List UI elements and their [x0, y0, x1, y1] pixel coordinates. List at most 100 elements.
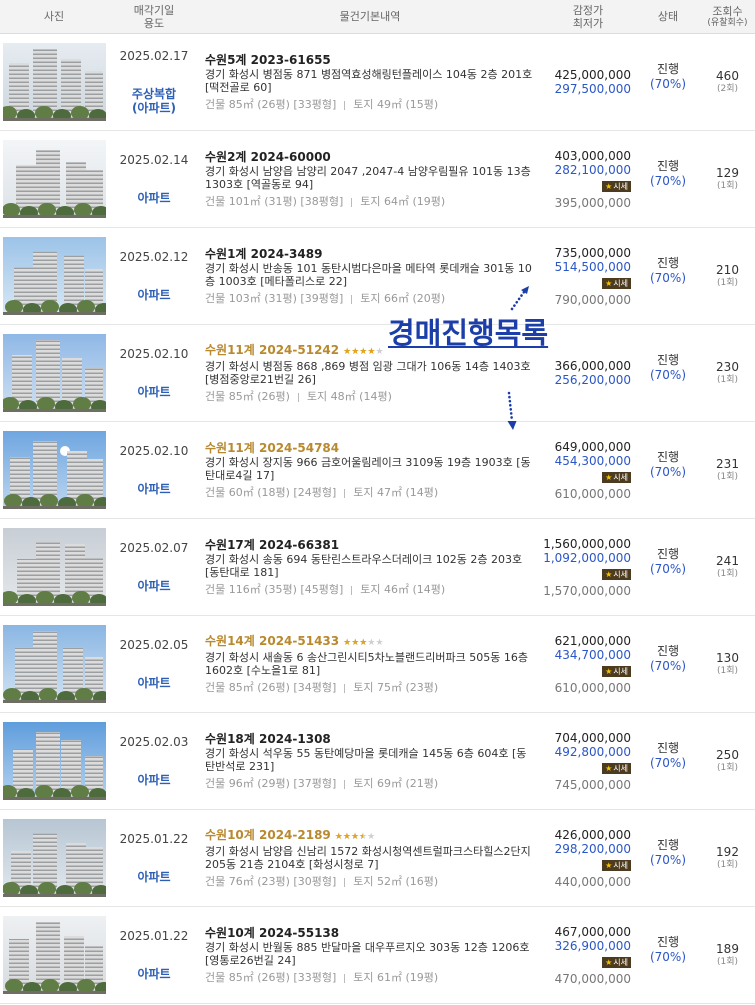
case-number-link[interactable]: 수원11계 2024-51242	[205, 343, 339, 357]
detail-cell: 수원1계 2024-3489 경기 화성시 반송동 101 동탄시범다은마을 메…	[200, 228, 540, 324]
case-number-link[interactable]: 수원10계 2024-2189	[205, 828, 331, 842]
photo-tree	[72, 591, 90, 605]
star-icon: ★★	[351, 345, 359, 360]
status-cell: 진행 (70%)	[636, 325, 700, 421]
address-link[interactable]: 경기 화성시 남양읍 신남리 1572 화성시청역센트럴파크스타힐스2단지 20…	[205, 845, 534, 871]
table-row[interactable]: 2025.02.03 아파트 수원18계 2024-1308 경기 화성시 석우…	[0, 713, 755, 810]
land-area: 토지 64㎡ (19평)	[360, 195, 446, 208]
case-number-link[interactable]: 수원17계 2024-66381	[205, 538, 339, 552]
usage-label[interactable]: 아파트	[137, 676, 170, 690]
case-number-link[interactable]: 수원5계 2023-61655	[205, 53, 331, 67]
table-row[interactable]: 2025.02.17 주상복합 (아파트) 수원5계 2023-61655 경기 …	[0, 34, 755, 131]
usage-label[interactable]: 아파트	[137, 288, 170, 302]
photo-ground	[3, 894, 106, 897]
table-row[interactable]: 2025.02.14 아파트 수원2계 2024-60000 경기 화성시 남양…	[0, 131, 755, 228]
photo-tree	[37, 397, 55, 411]
case-number-link[interactable]: 수원10계 2024-55138	[205, 926, 339, 940]
address-link[interactable]: 경기 화성시 새솔동 6 송산그린시티5차노블랜드리버파크 505동 16층 1…	[205, 651, 534, 677]
address-link[interactable]: 경기 화성시 병점동 871 병점역효성해링턴플레이스 104동 2층 201호…	[205, 68, 534, 94]
star-icon: ★★	[351, 830, 359, 845]
property-photo[interactable]	[3, 722, 106, 800]
kb-logo-icon: ★	[605, 957, 613, 967]
land-area: 토지 52㎡ (16평)	[353, 875, 439, 888]
divider	[344, 877, 346, 887]
market-price-badge: ★ 시세	[602, 180, 631, 192]
property-photo[interactable]	[3, 431, 106, 509]
fail-count: (2회)	[716, 84, 739, 94]
appraisal-price: 649,000,000	[554, 439, 631, 454]
col-header-views[interactable]: 조회수 (유찰회수)	[700, 0, 755, 33]
col-header-price[interactable]: 감정가 최저가	[540, 0, 636, 33]
photo-cell	[0, 519, 108, 615]
photo-cell	[0, 810, 108, 906]
market-price-badge: ★ 시세	[602, 762, 631, 774]
star-rating: ★★★★★★★★★★	[343, 347, 383, 357]
usage-label[interactable]: 아파트	[137, 967, 170, 981]
address-link[interactable]: 경기 화성시 반월동 885 반달마을 대우푸르지오 303동 12층 1206…	[205, 941, 534, 967]
photo-tree	[74, 203, 92, 217]
address-link[interactable]: 경기 화성시 석우동 55 동탄예당마을 롯데캐슬 145동 6층 604호 […	[205, 747, 534, 773]
table-row[interactable]: 2025.01.22 아파트 수원10계 2024-2189★★★★★★★★★★…	[0, 810, 755, 907]
property-photo[interactable]	[3, 625, 106, 703]
property-photo[interactable]	[3, 43, 106, 121]
col-header-photo: 사진	[0, 0, 108, 33]
col-header-detail: 물건기본내역	[200, 0, 540, 33]
usage-line: 주상복합	[131, 87, 177, 101]
usage-label[interactable]: 주상복합 (아파트)	[132, 87, 176, 115]
area-info: 건물 85㎡ (26평) 토지 48㎡ (14평)	[205, 390, 534, 403]
usage-label[interactable]: 아파트	[137, 773, 170, 787]
address-link[interactable]: 경기 화성시 송동 694 동탄린스트라우스더레이크 102동 2층 203호 …	[205, 553, 534, 579]
star-icon: ★★	[343, 345, 351, 360]
property-photo[interactable]	[3, 819, 106, 897]
property-photo[interactable]	[3, 916, 106, 994]
star-icon: ★★	[375, 347, 384, 357]
property-photo[interactable]	[3, 237, 106, 315]
photo-tree	[77, 300, 95, 314]
photo-tree	[35, 785, 53, 799]
fail-count: (1회)	[716, 763, 739, 773]
table-row[interactable]: 2025.02.05 아파트 수원14계 2024-51433★★★★★★★★★…	[0, 616, 755, 713]
photo-ground	[3, 700, 106, 703]
usage-label[interactable]: 아파트	[137, 385, 170, 399]
kb-logo-icon: ★	[605, 278, 613, 288]
address-link[interactable]: 경기 화성시 장지동 966 금호어울림레이크 3109동 19층 1903호 …	[205, 456, 534, 482]
property-photo[interactable]	[3, 528, 106, 606]
building-area: 건물 116㎡ (35평) [45평형]	[205, 583, 344, 596]
usage-label[interactable]: 아파트	[137, 191, 170, 205]
usage-label[interactable]: 아파트	[137, 579, 170, 593]
address-link[interactable]: 경기 화성시 남양읍 남양리 2047 ,2047-4 남양우림필유 101동 …	[205, 165, 534, 191]
case-number-link[interactable]: 수원14계 2024-51433	[205, 634, 339, 648]
sale-date: 2025.02.07	[119, 541, 189, 555]
address-link[interactable]: 경기 화성시 반송동 101 동탄시범다은마을 메타역 롯데캐슬 301동 10…	[205, 262, 534, 288]
case-number-link[interactable]: 수원18계 2024-1308	[205, 732, 331, 746]
table-row[interactable]: 2025.02.10 아파트 수원11계 2024-51242 ★ ★ ★ ★ ★ ★ ★ ★ ★…	[0, 325, 755, 422]
photo-ground	[3, 312, 106, 315]
table-row[interactable]: 2025.02.07 아파트 수원17계 2024-66381 경기 화성시 송…	[0, 519, 755, 616]
property-photo[interactable]	[3, 334, 106, 412]
photo-tree	[40, 494, 58, 508]
market-price: 395,000,000	[554, 195, 631, 210]
land-area: 토지 48㎡ (14평)	[306, 390, 392, 403]
case-number-link[interactable]: 수원1계 2024-3489	[205, 247, 322, 261]
price-ratio: (70%)	[649, 368, 687, 382]
address-link[interactable]: 경기 화성시 병점동 868 ,869 병점 임광 그대가 106동 14층 1…	[205, 360, 534, 386]
usage-label[interactable]: 아파트	[137, 482, 170, 496]
table-row[interactable]: 2025.02.10 아파트 수원11계 2024-54784 경기 화성시 장…	[0, 422, 755, 519]
col-header-date[interactable]: 매각기일 용도	[108, 0, 200, 33]
minimum-price: 492,800,000	[554, 744, 631, 759]
fail-count: (1회)	[716, 472, 739, 482]
table-row[interactable]: 2025.02.12 아파트 수원1계 2024-3489 경기 화성시 반송동…	[0, 228, 755, 325]
price-cell: 403,000,000 282,100,000 ★ 시세 395,000,000	[540, 131, 636, 227]
price-ratio: (70%)	[649, 853, 687, 867]
case-number-link[interactable]: 수원11계 2024-54784	[205, 441, 339, 455]
photo-cell	[0, 131, 108, 227]
price-cell: 366,000,000 256,200,000	[540, 325, 636, 421]
view-count: 130	[716, 651, 739, 665]
divider	[344, 973, 346, 983]
col-header-minimum-label: 최저가	[572, 16, 604, 30]
property-photo[interactable]	[3, 140, 106, 218]
table-row[interactable]: 2025.01.22 아파트 수원10계 2024-55138 경기 화성시 반…	[0, 907, 755, 1004]
photo-ground	[3, 506, 106, 509]
case-number-link[interactable]: 수원2계 2024-60000	[205, 150, 331, 164]
usage-label[interactable]: 아파트	[137, 870, 170, 884]
